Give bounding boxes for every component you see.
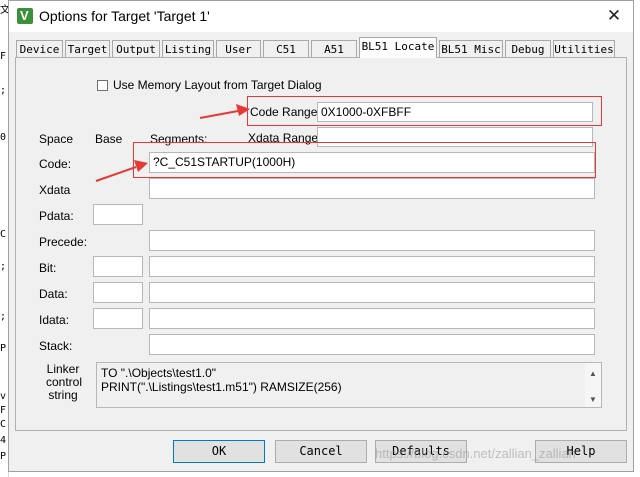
watermark: https://blog.csdn.net/zallian_zallian	[375, 446, 576, 461]
arrow-to-code-range	[199, 104, 250, 119]
arrow-to-code-segments	[95, 160, 148, 182]
annotation-arrows	[95, 104, 250, 182]
